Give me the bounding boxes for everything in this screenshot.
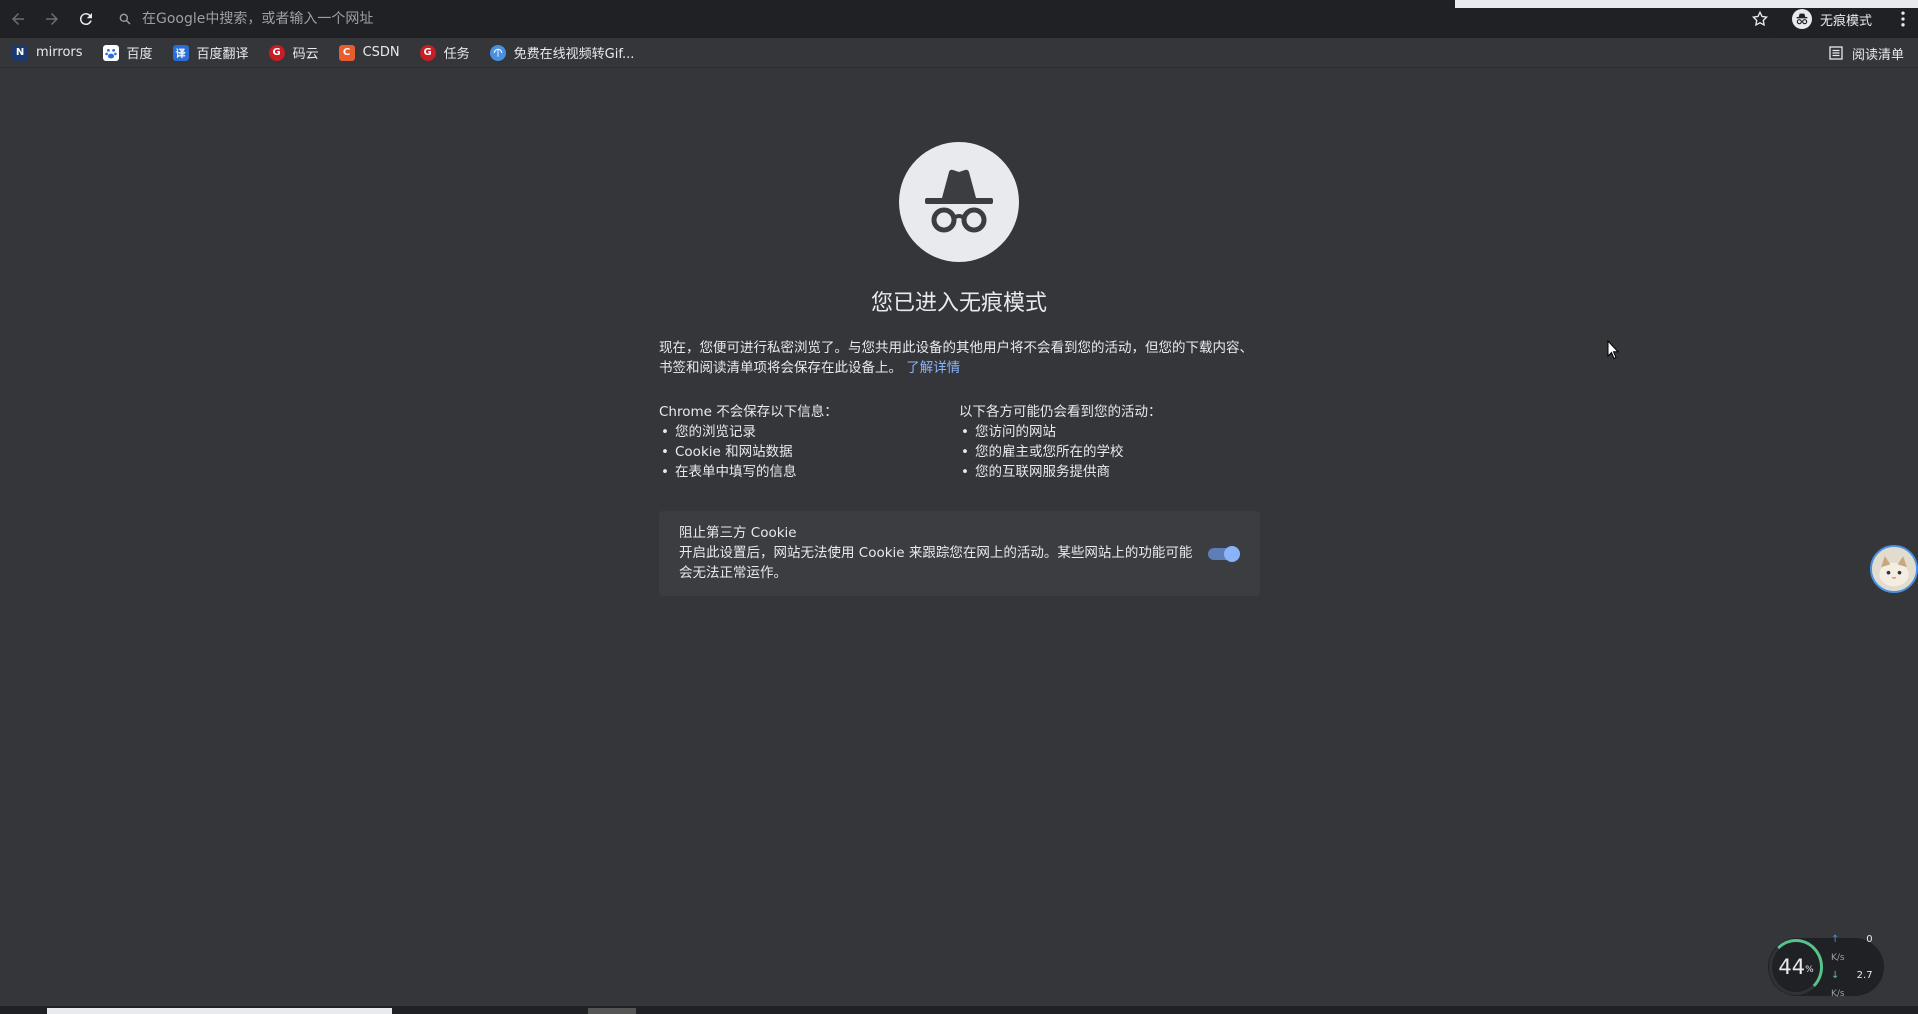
floating-avatar[interactable]	[1870, 545, 1918, 593]
back-button[interactable]	[2, 3, 34, 35]
block-cookies-toggle[interactable]	[1208, 546, 1240, 562]
list-item: Cookie 和网站数据	[659, 442, 959, 462]
learn-more-link[interactable]: 了解详情	[906, 360, 960, 376]
cpu-usage-ring: 44 %	[1769, 939, 1823, 995]
upload-value: 0	[1866, 934, 1873, 945]
upload-rate: ↑ 0 K/s	[1831, 931, 1884, 967]
baidu-paw-icon	[102, 44, 119, 61]
globe-icon	[489, 44, 506, 61]
intro-paragraph: 现在，您便可进行私密浏览了。与您共用此设备的其他用户将不会看到您的活动，但您的下…	[659, 338, 1259, 378]
still-visible-column: 以下各方可能仍会看到您的活动： 您访问的网站 您的雇主或您所在的学校 您的互联网…	[959, 402, 1259, 482]
bookmark-baidu-translate[interactable]: 译 百度翻译	[165, 41, 257, 65]
list-item: 您的浏览记录	[659, 422, 959, 442]
bookmark-label: mirrors	[36, 45, 83, 60]
download-value: 2.7	[1856, 970, 1873, 981]
bookmark-label: 码云	[292, 47, 319, 62]
bookmark-label: 任务	[443, 47, 470, 62]
cookie-card-title: 阻止第三方 Cookie	[679, 525, 797, 541]
cookie-card-description: 开启此设置后，网站无法使用 Cookie 来跟踪您在网上的活动。某些网站上的功能…	[679, 545, 1193, 581]
arrow-right-icon	[46, 13, 58, 25]
cat-avatar-icon	[1872, 547, 1916, 591]
omnibox[interactable]	[108, 5, 1783, 33]
forward-button[interactable]	[36, 3, 68, 35]
profile-label: 无痕模式	[1820, 13, 1873, 29]
bookmark-star-icon[interactable]	[1751, 10, 1769, 28]
page-title: 您已进入无痕模式	[870, 291, 1047, 316]
upload-unit: K/s	[1831, 953, 1845, 963]
bookmarks-bar: N mirrors 百度 译 百度翻译 G 码云 C CSDN G 任务 免费在…	[0, 38, 1918, 68]
list-item: 您的雇主或您所在的学校	[959, 442, 1259, 462]
bookmark-baidu[interactable]: 百度	[95, 41, 161, 65]
reading-list-button[interactable]: 阅读清单	[1828, 41, 1904, 65]
bookmark-mirrors[interactable]: N mirrors	[4, 41, 91, 65]
bottom-strip-segment	[588, 1008, 636, 1014]
omnibox-input[interactable]	[142, 11, 1692, 27]
not-saved-column: Chrome 不会保存以下信息： 您的浏览记录 Cookie 和网站数据 在表单…	[659, 402, 959, 482]
toggle-knob	[1224, 546, 1240, 562]
cpu-unit: %	[1805, 965, 1814, 975]
csdn-icon: C	[338, 44, 355, 61]
mouse-cursor-icon	[1607, 340, 1619, 360]
arrow-left-icon	[12, 13, 24, 25]
more-vert-icon[interactable]	[1893, 9, 1913, 29]
reload-icon	[79, 13, 92, 26]
incognito-content: 现在，您便可进行私密浏览了。与您共用此设备的其他用户将不会看到您的活动，但您的下…	[659, 338, 1259, 482]
search-icon	[119, 13, 131, 25]
system-monitor-widget[interactable]: 44 % ↑ 0 K/s ↓ 2.7 K/s	[1768, 934, 1884, 999]
still-visible-list: 您访问的网站 您的雇主或您所在的学校 您的互联网服务提供商	[959, 422, 1259, 482]
mirrors-icon: N	[12, 44, 28, 61]
bookmark-video-to-gif[interactable]: 免费在线视频转Gif...	[482, 41, 643, 65]
bookmark-label: 免费在线视频转Gif...	[513, 47, 635, 62]
bottom-strip	[0, 1006, 1918, 1014]
download-arrow-icon: ↓	[1831, 970, 1840, 981]
info-columns: Chrome 不会保存以下信息： 您的浏览记录 Cookie 和网站数据 在表单…	[659, 402, 1259, 482]
list-item: 您的互联网服务提供商	[959, 462, 1259, 482]
upload-arrow-icon: ↑	[1831, 934, 1840, 945]
incognito-icon	[1792, 9, 1812, 29]
reload-button[interactable]	[70, 3, 102, 35]
list-item: 您访问的网站	[959, 422, 1259, 442]
download-rate: ↓ 2.7 K/s	[1831, 967, 1884, 1003]
incognito-hero-icon	[899, 142, 1019, 262]
reading-list-label: 阅读清单	[1851, 47, 1904, 63]
incognito-profile-button[interactable]: 无痕模式	[1788, 6, 1876, 32]
reading-list-icon	[1829, 46, 1843, 60]
gitee-icon: G	[268, 44, 285, 61]
download-unit: K/s	[1831, 989, 1845, 999]
gitee-icon: G	[419, 44, 436, 61]
translate-icon: 译	[172, 44, 189, 61]
bookmark-label: CSDN	[362, 45, 400, 60]
bookmark-csdn[interactable]: C CSDN	[331, 41, 408, 65]
third-party-cookie-card: 阻止第三方 Cookie 开启此设置后，网站无法使用 Cookie 来跟踪您在网…	[659, 511, 1260, 596]
not-saved-heading: Chrome 不会保存以下信息：	[659, 404, 838, 420]
list-item: 在表单中填写的信息	[659, 462, 959, 482]
bookmark-label: 百度翻译	[196, 47, 249, 62]
bookmark-tasks[interactable]: G 任务	[412, 41, 478, 65]
toolbar: 无痕模式	[0, 0, 1918, 38]
not-saved-list: 您的浏览记录 Cookie 和网站数据 在表单中填写的信息	[659, 422, 959, 482]
cpu-percent: 44	[1778, 955, 1806, 979]
bottom-strip-segment	[47, 1008, 392, 1014]
bookmark-gitee[interactable]: G 码云	[261, 41, 327, 65]
bookmark-label: 百度	[126, 47, 153, 62]
still-visible-heading: 以下各方可能仍会看到您的活动：	[959, 404, 1162, 420]
network-rates: ↑ 0 K/s ↓ 2.7 K/s	[1831, 931, 1884, 1003]
